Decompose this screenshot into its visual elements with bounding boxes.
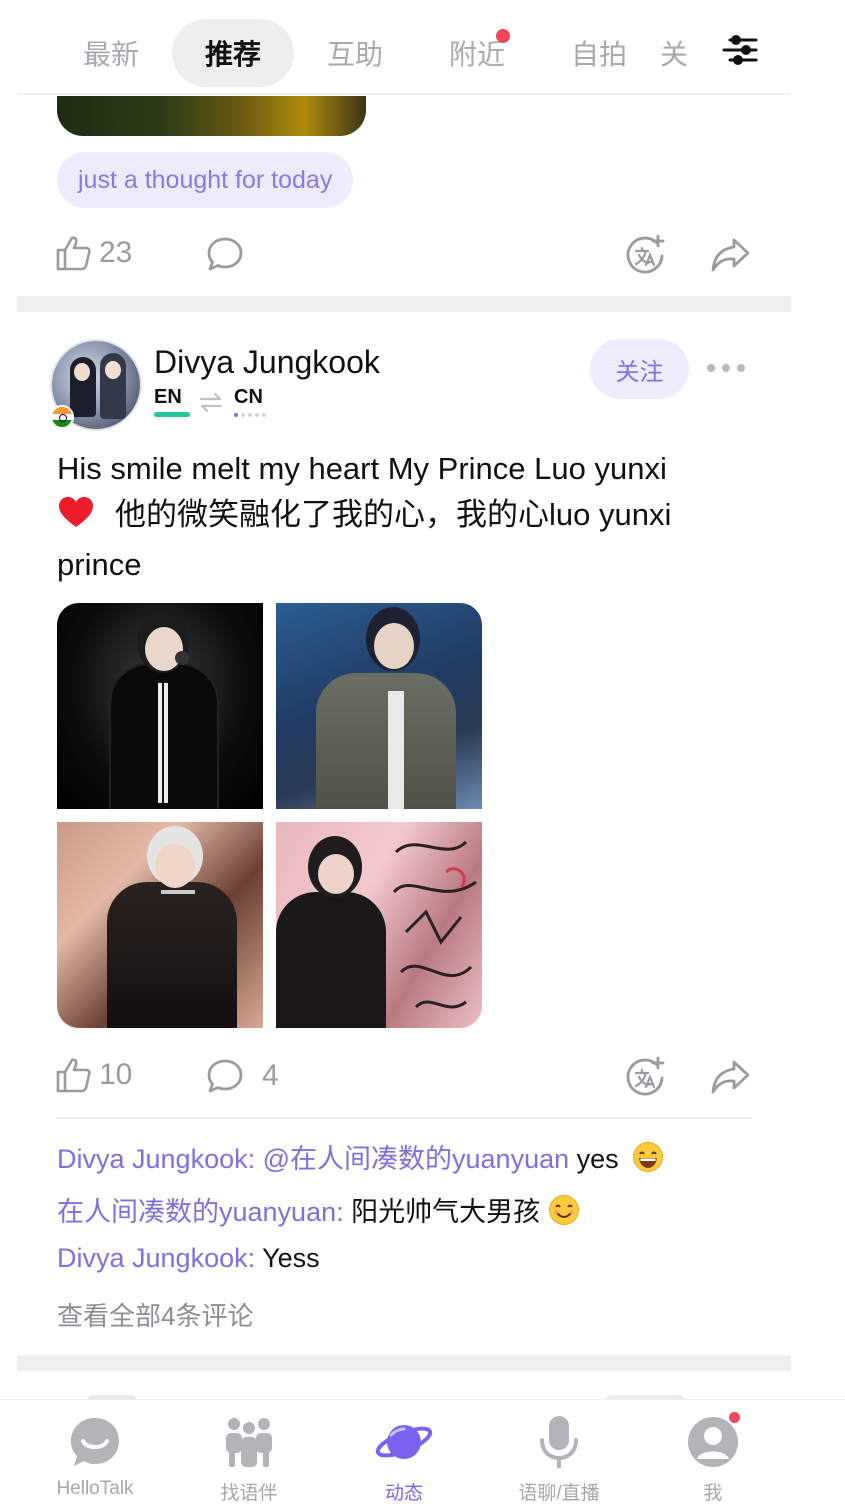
post-photo-4[interactable] [276, 822, 482, 1028]
share-button[interactable] [710, 1058, 752, 1096]
nav-voice-live[interactable]: 语聊/直播 [494, 1412, 624, 1505]
nav-label: 语聊/直播 [518, 1483, 600, 1504]
nav-label: 动态 [384, 1483, 423, 1504]
post-photo-2[interactable] [276, 603, 482, 809]
comments-divider [57, 1117, 752, 1119]
translate-button[interactable] [624, 1056, 668, 1098]
follow-button[interactable]: 关注 [590, 339, 689, 399]
language-exchange-icon [199, 391, 223, 418]
feed-tabs: 最新 推荐 互助 附近 自拍 关 [50, 18, 690, 88]
comment-count: 4 [262, 1059, 279, 1092]
tab-nearby[interactable]: 附近 [416, 19, 538, 87]
comment-author[interactable]: Divya Jungkook: [57, 1144, 263, 1174]
partners-icon [218, 1412, 280, 1472]
learning-level-dots [234, 413, 266, 417]
topic-tag-chip[interactable]: just a thought for today [57, 152, 354, 208]
comment-button[interactable]: 4 [206, 1058, 279, 1094]
tab-latest[interactable]: 最新 [50, 19, 172, 87]
comment-bubble-icon [206, 1058, 244, 1094]
tab-recommended[interactable]: 推荐 [172, 19, 294, 87]
comment-item[interactable]: 在人间凑数的yuanyuan: 阳光帅气大男孩 [57, 1190, 580, 1233]
india-flag-icon [50, 405, 74, 429]
post-separator [17, 1355, 791, 1371]
share-button[interactable] [710, 236, 752, 274]
hellotalk-chat-icon [64, 1412, 126, 1472]
comment-text: 阳光帅气大男孩 [351, 1197, 541, 1227]
nav-label: HelloTalk [56, 1478, 134, 1499]
comment-item[interactable]: Divya Jungkook: Yess [57, 1243, 320, 1274]
comment-mention[interactable]: @在人间凑数的yuanyuan [263, 1144, 570, 1174]
translate-icon [624, 234, 668, 276]
comment-author[interactable]: Divya Jungkook: [57, 1243, 262, 1273]
avatar-face-left [74, 363, 90, 381]
post-image-cropped[interactable] [57, 96, 366, 136]
post-body-text: His smile melt my heart My Prince Luo yu… [57, 446, 757, 588]
tab-following[interactable]: 关 [660, 19, 690, 87]
native-language-bar [154, 412, 190, 417]
post-separator [17, 296, 791, 312]
notification-dot [496, 29, 510, 43]
native-language-label: EN [154, 386, 182, 408]
post-image-grid [57, 603, 482, 1028]
filter-sliders-icon[interactable] [716, 28, 764, 72]
tab-help[interactable]: 互助 [294, 19, 416, 87]
like-button[interactable]: 10 [55, 1056, 132, 1094]
microphone-icon [528, 1412, 590, 1472]
nav-moments[interactable]: 动态 [339, 1412, 469, 1505]
view-all-comments-link[interactable]: 查看全部4条评论 [57, 1296, 253, 1333]
nav-me[interactable]: 我 [648, 1410, 778, 1505]
post-text-line1: His smile melt my heart My Prince Luo yu… [57, 451, 667, 486]
nav-label: 我 [703, 1483, 723, 1504]
learning-language-label: CN [234, 386, 263, 408]
post-photo-1[interactable] [57, 603, 263, 809]
red-heart-emoji [57, 495, 95, 542]
post-username[interactable]: Divya Jungkook [154, 344, 380, 381]
comment-button[interactable] [206, 236, 244, 272]
profile-icon [682, 1410, 744, 1472]
smiling-emoji [548, 1194, 580, 1233]
like-button[interactable]: 23 [55, 234, 132, 272]
notification-badge [727, 1410, 742, 1425]
nav-label: 找语伴 [220, 1483, 278, 1504]
comment-text: Yess [262, 1243, 320, 1273]
comment-bubble-icon [206, 236, 244, 272]
share-arrow-icon [710, 1058, 752, 1096]
top-tab-bar: 最新 推荐 互助 附近 自拍 关 [0, 0, 845, 95]
translate-button[interactable] [624, 234, 668, 276]
more-options-icon[interactable] [707, 364, 745, 372]
like-count: 23 [99, 236, 133, 269]
comment-text: yes [569, 1144, 619, 1174]
nav-find-partners[interactable]: 找语伴 [184, 1412, 314, 1505]
share-arrow-icon [710, 236, 752, 274]
post-photo-3[interactable] [57, 822, 263, 1028]
thumbs-up-icon [55, 1056, 91, 1094]
nav-hellotalk[interactable]: HelloTalk [30, 1412, 160, 1500]
top-divider [17, 93, 791, 95]
grinning-emoji [632, 1141, 664, 1180]
translate-icon [624, 1056, 668, 1098]
post-text-line2: 他的微笑融化了我的心，我的心luo yunxi prince [57, 497, 672, 582]
avatar-face-right [105, 361, 121, 379]
thumbs-up-icon [55, 234, 91, 272]
planet-icon [373, 1412, 435, 1472]
bottom-navigation: HelloTalk 找语伴 动态 语聊/直播 我 [0, 1399, 845, 1511]
comment-item[interactable]: Divya Jungkook: @在人间凑数的yuanyuan yes [57, 1137, 664, 1180]
tab-selfie[interactable]: 自拍 [538, 19, 660, 87]
next-post-peek [17, 1371, 791, 1401]
comment-author[interactable]: 在人间凑数的yuanyuan: [57, 1197, 351, 1227]
like-count: 10 [99, 1058, 133, 1091]
